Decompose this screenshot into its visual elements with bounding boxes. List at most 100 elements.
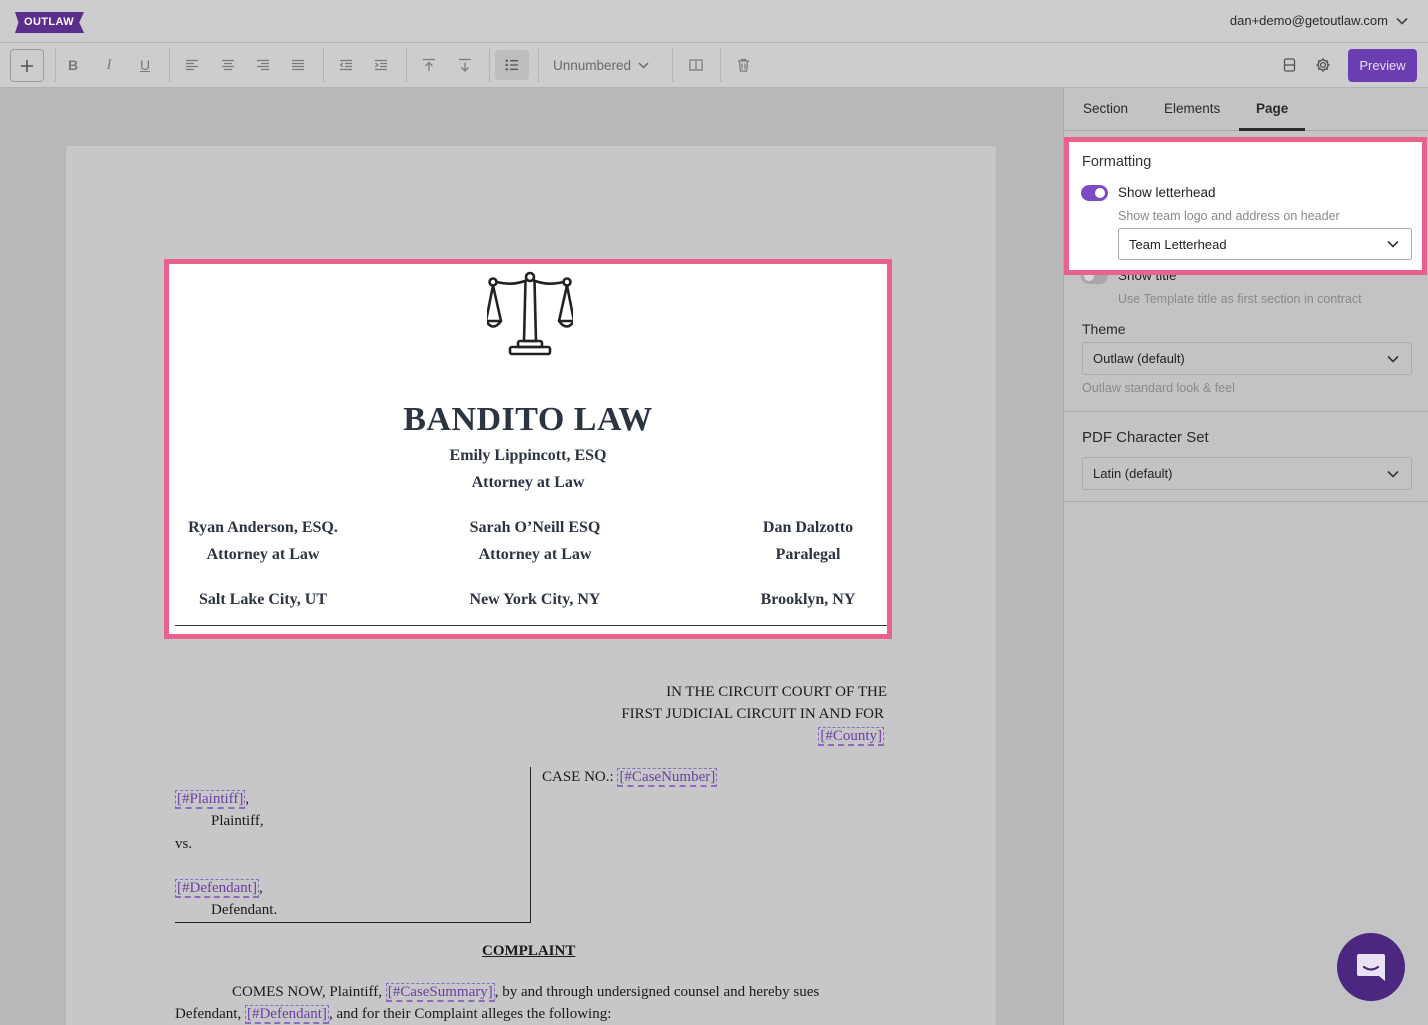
columns-icon: [689, 59, 703, 71]
move-up-button[interactable]: [414, 50, 444, 80]
top-bar: OUTLAW dan+demo@getoutlaw.com: [0, 0, 1428, 43]
member-title: Attorney at Law: [206, 546, 320, 563]
gear-icon: [1316, 58, 1330, 72]
defendant-placeholder[interactable]: [#Defendant]: [244, 1005, 329, 1024]
vs-label: vs.: [175, 836, 193, 852]
user-menu[interactable]: dan+demo@getoutlaw.com: [1230, 13, 1408, 28]
bold-button[interactable]: B: [58, 50, 88, 80]
complaint-body-line-2: Defendant, [#Defendant], and for their C…: [175, 1005, 612, 1024]
case-number-placeholder[interactable]: [#CaseNumber]: [617, 768, 718, 787]
columns-button[interactable]: [681, 50, 711, 80]
theme-select[interactable]: Outlaw (default): [1082, 342, 1412, 375]
plaintiff-line: [#Plaintiff],: [175, 790, 250, 809]
defendant-label: Defendant.: [211, 902, 278, 918]
align-center-button[interactable]: [213, 50, 243, 80]
case-summary-placeholder[interactable]: [#CaseSummary]: [385, 983, 495, 1002]
indent-button[interactable]: [366, 50, 396, 80]
toolbar-divider: [538, 48, 539, 82]
show-letterhead-help: Show team logo and address on header: [1118, 209, 1340, 223]
member-title: Paralegal: [775, 546, 841, 563]
indent-icon: [375, 59, 387, 71]
align-justify-icon: [292, 59, 304, 71]
panel-divider: [1064, 411, 1428, 412]
member-location: Brooklyn, NY: [760, 591, 856, 608]
toggle-knob: [1095, 188, 1105, 198]
bullet-list-icon: [505, 59, 518, 71]
firm-name: BANDITO LAW: [403, 401, 653, 438]
outdent-icon: [339, 59, 352, 71]
chevron-down-icon: [1387, 240, 1399, 248]
arrow-down-icon: [459, 58, 471, 72]
pdf-charset-select[interactable]: Latin (default): [1082, 457, 1412, 490]
formatting-title: Formatting: [1082, 154, 1152, 170]
preview-button[interactable]: Preview: [1348, 49, 1417, 82]
show-title-help: Use Template title as first section in c…: [1118, 292, 1362, 306]
letterhead[interactable]: BANDITO LAW Emily Lippincott, ESQ Attorn…: [164, 259, 892, 639]
chat-icon: [1357, 954, 1385, 981]
formatting-section: Formatting Show letterhead Show team log…: [1064, 137, 1427, 275]
complaint-body-line-1: COMES NOW, Plaintiff, [#CaseSummary], by…: [232, 983, 820, 1002]
plus-icon: [21, 59, 33, 72]
chevron-down-icon: [1396, 17, 1408, 25]
theme-title: Theme: [1082, 321, 1126, 337]
tab-section[interactable]: Section: [1083, 101, 1128, 116]
letterhead-select-value: Team Letterhead: [1129, 236, 1227, 252]
move-down-button[interactable]: [450, 50, 480, 80]
county-field[interactable]: [#County]: [818, 727, 884, 746]
tab-page[interactable]: Page: [1256, 101, 1288, 116]
theme-help: Outlaw standard look & feel: [1082, 381, 1235, 395]
user-email: dan+demo@getoutlaw.com: [1229, 13, 1388, 28]
case-number-line: CASE NO.: [#CaseNumber]: [542, 768, 718, 787]
member-location: Salt Lake City, UT: [198, 591, 327, 608]
toolbar-divider: [55, 48, 56, 82]
pdf-charset-title: PDF Character Set: [1082, 429, 1209, 446]
body-text: COMES NOW, Plaintiff,: [232, 984, 383, 1000]
body-text: , by and through undersigned counsel and…: [494, 984, 820, 1000]
italic-button[interactable]: I: [94, 50, 124, 80]
body-text: , and for their Complaint alleges the fo…: [328, 1006, 612, 1022]
plaintiff-placeholder[interactable]: [#Plaintiff]: [175, 790, 246, 809]
numbering-select[interactable]: Unnumbered: [553, 50, 649, 80]
lead-attorney-title: Attorney at Law: [471, 474, 585, 491]
delete-button[interactable]: [728, 50, 758, 80]
align-right-button[interactable]: [248, 50, 278, 80]
toolbar-divider: [672, 48, 673, 82]
chevron-down-icon: [1387, 355, 1399, 363]
chevron-down-icon: [1387, 470, 1399, 478]
tab-elements[interactable]: Elements: [1164, 101, 1220, 116]
outdent-button[interactable]: [331, 50, 361, 80]
align-right-icon: [257, 59, 269, 71]
lead-attorney-name: Emily Lippincott, ESQ: [449, 447, 607, 464]
layout-button[interactable]: [1274, 50, 1304, 80]
county-placeholder[interactable]: [#County]: [818, 727, 884, 746]
add-button[interactable]: [10, 49, 44, 82]
chevron-down-icon: [638, 61, 649, 69]
toolbar-divider: [489, 48, 490, 82]
show-letterhead-toggle[interactable]: [1081, 185, 1108, 201]
member-name: Ryan Anderson, ESQ.: [188, 519, 338, 536]
active-tab-indicator: [1239, 128, 1305, 131]
plaintiff-comma: ,: [245, 791, 250, 807]
align-justify-button[interactable]: [283, 50, 313, 80]
theme-select-value: Outlaw (default): [1093, 351, 1185, 366]
scales-of-justice-icon: [487, 271, 573, 356]
pdf-charset-value: Latin (default): [1093, 466, 1173, 481]
complaint-heading: COMPLAINT: [482, 943, 576, 959]
outlaw-logo[interactable]: OUTLAW: [15, 12, 85, 33]
show-letterhead-label: Show letterhead: [1118, 185, 1216, 200]
chat-launcher-button[interactable]: [1337, 933, 1405, 1001]
member-location: New York City, NY: [469, 591, 601, 608]
align-center-icon: [222, 59, 234, 71]
letterhead-select[interactable]: Team Letterhead: [1118, 228, 1412, 260]
defendant-placeholder[interactable]: [#Defendant]: [175, 879, 259, 898]
list-button[interactable]: [495, 50, 529, 80]
settings-button[interactable]: [1308, 50, 1338, 80]
align-left-button[interactable]: [177, 50, 207, 80]
member-title: Attorney at Law: [478, 546, 592, 563]
plaintiff-label: Plaintiff,: [211, 813, 264, 829]
underline-button[interactable]: U: [130, 50, 160, 80]
panel-tabs: Section Elements Page: [1064, 88, 1428, 131]
member-name: Sarah O’Neill ESQ: [469, 519, 601, 536]
editor-toolbar: B I U Unnumbered Preview: [0, 43, 1428, 88]
trash-icon: [737, 58, 749, 72]
